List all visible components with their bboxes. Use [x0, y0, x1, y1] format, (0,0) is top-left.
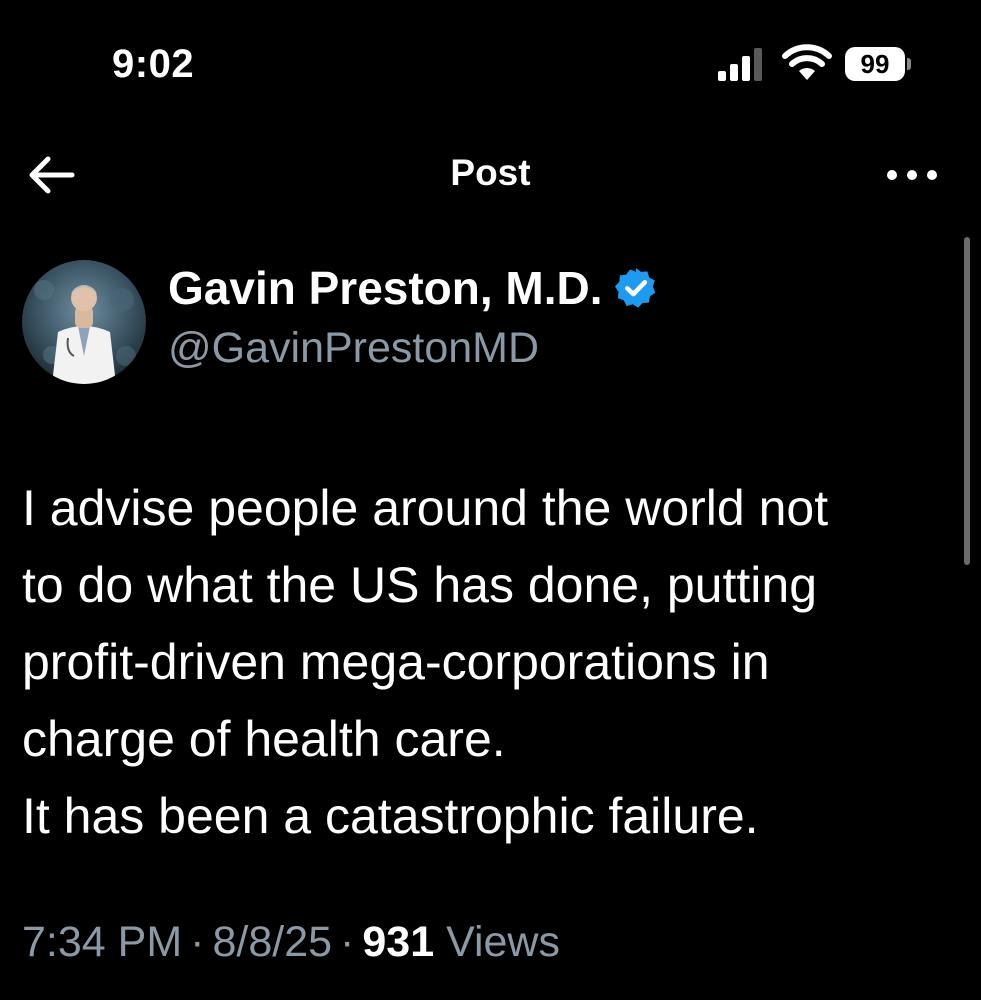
- views-count[interactable]: 931: [362, 918, 434, 966]
- post-meta: 7:34 PM · 8/8/25 · 931 Views: [22, 918, 560, 967]
- more-options-icon[interactable]: [882, 160, 942, 190]
- wifi-icon: [782, 44, 832, 80]
- post-text-line: I advise people around the world not: [22, 480, 829, 536]
- post-text-line: to do what the US has done, putting: [22, 557, 817, 613]
- battery-indicator: 99: [845, 47, 911, 81]
- post-text-line: It has been a catastrophic failure.: [22, 788, 759, 844]
- post-time[interactable]: 7:34 PM: [22, 918, 182, 966]
- cellular-signal-icon: [718, 48, 762, 81]
- post-text-line: charge of health care.: [22, 711, 506, 767]
- status-time: 9:02: [112, 42, 195, 86]
- meta-separator: ·: [190, 918, 205, 966]
- post-date[interactable]: 8/8/25: [212, 918, 332, 966]
- verified-badge-icon[interactable]: [613, 265, 659, 311]
- status-bar: 9:02 99: [0, 0, 981, 130]
- scrollbar[interactable]: [964, 237, 970, 565]
- battery-level: 99: [845, 47, 905, 81]
- page-title: Post: [450, 152, 531, 193]
- avatar[interactable]: [22, 260, 146, 384]
- user-handle[interactable]: @GavinPrestonMD: [168, 324, 539, 373]
- views-label[interactable]: Views: [446, 918, 560, 966]
- display-name-row: Gavin Preston, M.D.: [168, 260, 659, 316]
- post-text: I advise people around the world not to …: [22, 470, 952, 855]
- post-text-line: profit-driven mega-corporations in: [22, 634, 770, 690]
- display-name[interactable]: Gavin Preston, M.D.: [168, 261, 603, 315]
- battery-nub: [907, 58, 911, 70]
- meta-separator: ·: [340, 918, 355, 966]
- nav-bar: Post: [0, 130, 981, 225]
- post-author: Gavin Preston, M.D. @GavinPrestonMD: [22, 258, 922, 388]
